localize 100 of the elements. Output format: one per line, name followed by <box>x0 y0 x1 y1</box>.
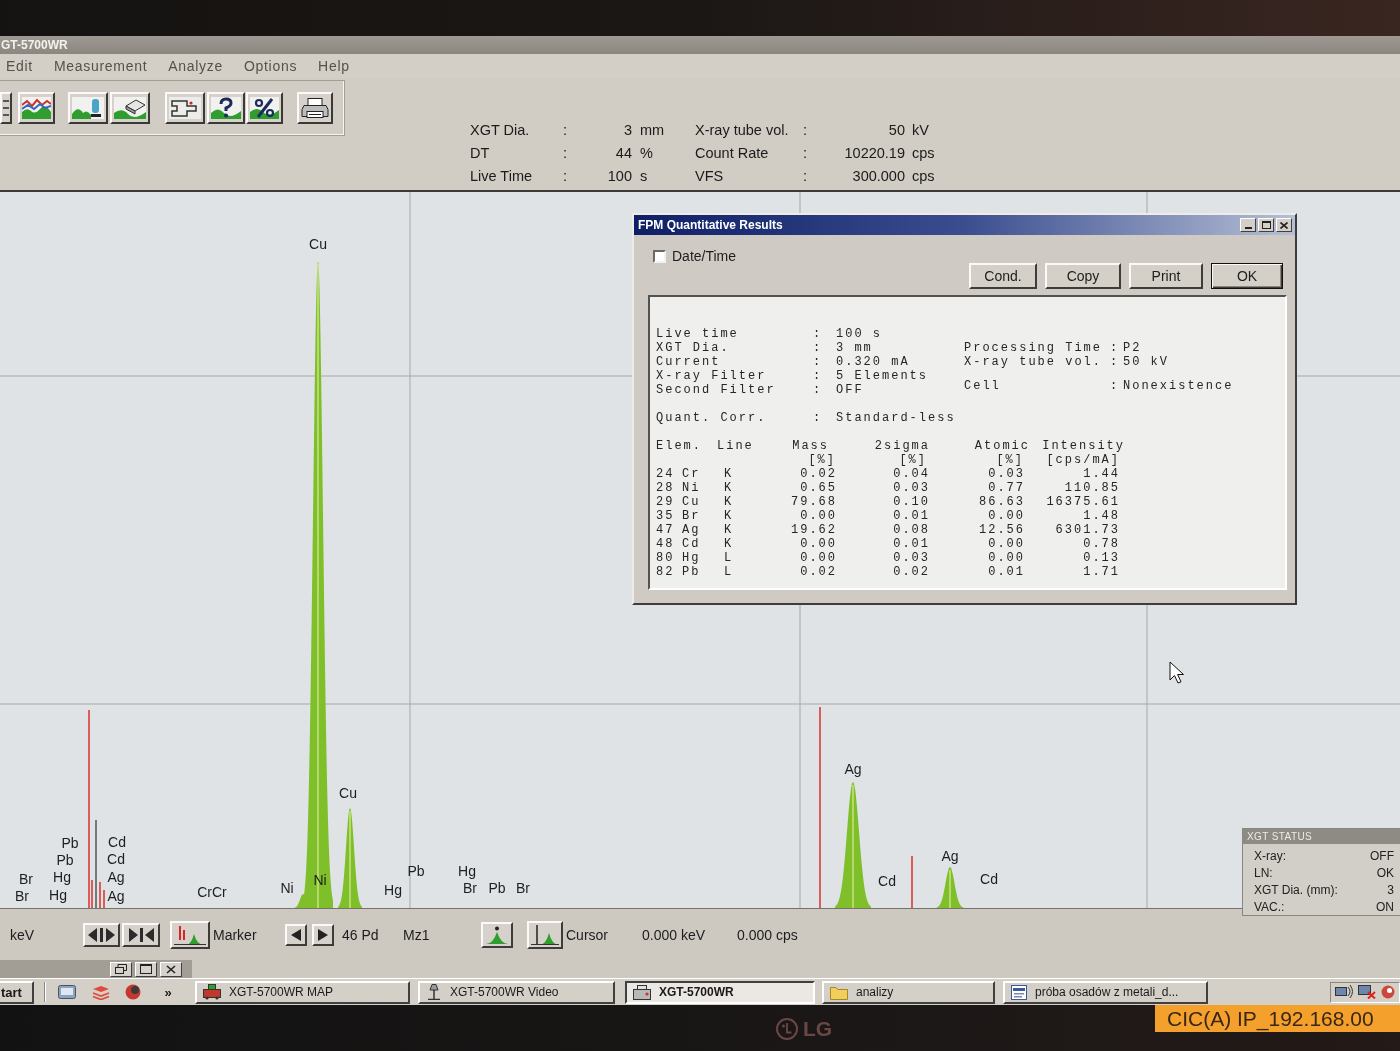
network-icon[interactable] <box>1335 985 1353 999</box>
peak-label: Pb <box>56 852 74 868</box>
toolbar-button[interactable] <box>207 92 245 124</box>
network-error-icon[interactable] <box>1358 985 1376 999</box>
lamp-icon <box>426 984 442 1000</box>
toolbar-button[interactable] <box>68 92 108 124</box>
column-header: Intensity <box>1042 439 1125 453</box>
table-cell: K <box>724 537 734 551</box>
colon-separator: : <box>813 411 823 425</box>
cart-icon <box>203 984 221 1000</box>
toolbar-button[interactable] <box>110 92 150 124</box>
table-cell: 0.00 <box>988 509 1025 523</box>
colon-separator: : <box>803 144 808 161</box>
peak-label: Cd <box>107 851 125 867</box>
taskbar-button[interactable]: XGT-5700WR <box>625 980 815 1004</box>
checkbox-label[interactable]: Date/Time <box>672 248 737 264</box>
close-button[interactable] <box>1276 218 1292 232</box>
unit-label: keV <box>10 926 35 943</box>
peak-label: Hg <box>458 863 476 879</box>
marker-button[interactable] <box>170 920 210 949</box>
taskbar-button[interactable]: próba osadów z metali_d... <box>1003 980 1208 1004</box>
field-value: 10220.19 <box>844 144 905 161</box>
peak-button[interactable] <box>481 921 513 948</box>
close-button[interactable] <box>160 961 182 977</box>
chevron-button[interactable]: » <box>161 984 175 1000</box>
menu-item[interactable]: Help <box>316 57 352 75</box>
toolbar-button[interactable] <box>18 92 55 124</box>
menu-item[interactable]: Measurement <box>51 57 150 75</box>
cursor-button[interactable] <box>527 920 563 949</box>
taskbar-button[interactable]: XGT-5700WR MAP <box>195 980 410 1004</box>
window-icon[interactable] <box>58 985 76 999</box>
next-button[interactable] <box>312 923 334 946</box>
start-button[interactable]: tart <box>0 980 34 1004</box>
field-value: 3 <box>623 121 632 138</box>
ball-icon[interactable] <box>1381 985 1395 999</box>
cursor-readout: 0.000 cps <box>737 926 798 943</box>
toolbar-button[interactable] <box>246 92 283 124</box>
cursor-label: Cursor <box>566 926 608 943</box>
toolbar-button[interactable] <box>297 92 333 124</box>
peak-label: Br <box>516 880 530 896</box>
table-cell: 29 <box>656 495 675 509</box>
table-cell: L <box>724 551 734 565</box>
table-cell: K <box>724 467 734 481</box>
taskbar-button[interactable]: analizy <box>822 980 995 1004</box>
field-label: DT <box>470 144 490 161</box>
peak-label: Br <box>463 880 477 896</box>
right-triangle-icon <box>318 928 328 941</box>
column-unit: [cps/mA] <box>1046 453 1120 467</box>
maximize-button[interactable] <box>1258 218 1274 232</box>
unit-label: cps <box>912 144 935 161</box>
unit-label: cps <box>912 167 935 184</box>
table-cell: 0.01 <box>893 537 930 551</box>
toolbar-button[interactable] <box>0 92 12 124</box>
marker-mode-label: Mz1 <box>403 926 430 943</box>
dialog-button[interactable]: Print <box>1129 263 1203 289</box>
table-cell: 0.00 <box>800 551 837 565</box>
peak-label: CrCr <box>197 884 227 900</box>
peak-bar-icon <box>72 97 104 119</box>
peak-label: Cu <box>309 236 327 252</box>
ball-icon[interactable] <box>125 984 141 1000</box>
arrows-apart-icon <box>87 926 116 943</box>
colon-separator: : <box>803 121 808 138</box>
peak-label: Ni <box>313 872 327 888</box>
table-cell: 0.04 <box>893 467 930 481</box>
table-cell: K <box>724 523 734 537</box>
field-label: XGT Dia. <box>656 341 730 355</box>
folder-icon <box>830 984 848 1000</box>
table-cell: 0.01 <box>988 565 1025 579</box>
colon-separator: : <box>1110 355 1120 369</box>
maximize-button[interactable] <box>135 961 157 977</box>
dialog-button[interactable]: OK <box>1211 263 1283 289</box>
expand-button[interactable] <box>83 922 120 947</box>
table-cell: 0.03 <box>988 467 1025 481</box>
field-label: Quant. Corr. <box>656 411 767 425</box>
minimize-button[interactable] <box>1240 218 1256 232</box>
toolbar-button[interactable] <box>165 92 205 124</box>
stack-icon[interactable] <box>92 984 110 1000</box>
menu-item[interactable]: Analyze <box>166 57 225 75</box>
colon-separator: : <box>563 121 568 138</box>
peak-label: Ag <box>107 888 125 904</box>
column-header: 2sigma <box>874 439 930 453</box>
collapse-button[interactable] <box>122 922 160 947</box>
menu-item[interactable]: Edit <box>4 57 35 75</box>
window-title: GT-5700WR <box>0 38 68 52</box>
dialog-button[interactable]: Cond. <box>969 263 1037 289</box>
restore-button[interactable] <box>110 961 132 977</box>
field-label: X-ray tube vol. <box>964 355 1103 369</box>
checkbox[interactable] <box>653 249 666 263</box>
field-value: 50 kV <box>1123 355 1169 369</box>
previous-button[interactable] <box>285 923 307 946</box>
left-triangle-icon <box>291 928 301 941</box>
table-cell: 0.00 <box>988 551 1025 565</box>
taskbar-button[interactable]: XGT-5700WR Video <box>418 980 615 1004</box>
spectrum-icon <box>22 97 51 119</box>
dialog-button[interactable]: Copy <box>1045 263 1121 289</box>
peak-label: Pb <box>61 835 79 851</box>
close-icon <box>1280 221 1288 229</box>
peak-label: Cd <box>108 834 126 850</box>
minimize-icon <box>1244 227 1252 229</box>
menu-item[interactable]: Options <box>241 57 300 75</box>
